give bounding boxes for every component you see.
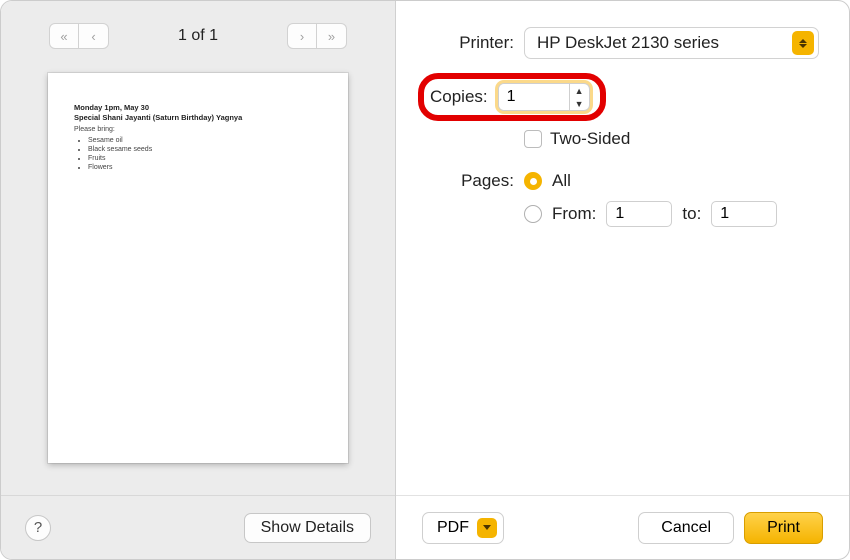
doc-list-item: Flowers	[88, 163, 322, 172]
stepper-arrows: ▲ ▼	[569, 84, 589, 110]
nav-last-button[interactable]: »	[317, 23, 347, 49]
options-pane: Printer: HP DeskJet 2130 series Copies: …	[396, 1, 849, 559]
left-footer: ? Show Details	[1, 495, 395, 559]
pages-to-input[interactable]	[711, 201, 777, 227]
chevron-double-right-icon: »	[328, 29, 335, 44]
printer-select[interactable]: HP DeskJet 2130 series	[524, 27, 819, 59]
chevron-right-icon: ›	[300, 29, 304, 44]
two-sided-checkbox[interactable]	[524, 130, 542, 148]
doc-heading-1: Monday 1pm, May 30	[74, 103, 322, 113]
doc-list-item: Sesame oil	[88, 136, 322, 145]
print-button[interactable]: Print	[744, 512, 823, 544]
nav-prev-group: « ‹	[49, 23, 109, 49]
cancel-button[interactable]: Cancel	[638, 512, 734, 544]
pages-range-radio[interactable]	[524, 205, 542, 223]
printer-row: Printer: HP DeskJet 2130 series	[426, 27, 819, 59]
pages-row-range: From: to:	[426, 201, 819, 227]
doc-list-item: Fruits	[88, 154, 322, 163]
right-footer: PDF Cancel Print	[396, 495, 849, 559]
copies-label: Copies:	[430, 87, 488, 107]
doc-list: Sesame oil Black sesame seeds Fruits Flo…	[88, 136, 322, 172]
two-sided-label: Two-Sided	[550, 129, 630, 149]
help-icon: ?	[34, 519, 42, 536]
preview-pane: « ‹ 1 of 1 › » Monday 1pm, May 30 Specia…	[1, 1, 396, 559]
print-form: Printer: HP DeskJet 2130 series Copies: …	[396, 1, 849, 495]
two-sided-row: Two-Sided	[426, 129, 819, 149]
pages-to-label: to:	[682, 204, 701, 224]
pages-range-group: From: to:	[552, 201, 777, 227]
pdf-menu-button[interactable]: PDF	[422, 512, 504, 544]
help-button[interactable]: ?	[25, 515, 51, 541]
pages-all-label: All	[552, 171, 571, 191]
pdf-label: PDF	[437, 519, 469, 537]
printer-value: HP DeskJet 2130 series	[537, 33, 719, 53]
pages-from-label: From:	[552, 204, 596, 224]
page-indicator: 1 of 1	[178, 27, 218, 45]
stepper-down-icon[interactable]: ▼	[570, 97, 589, 110]
preview-wrap: Monday 1pm, May 30 Special Shani Jayanti…	[1, 67, 395, 495]
copies-input[interactable]	[499, 84, 569, 110]
updown-icon	[792, 31, 814, 55]
copies-stepper[interactable]: ▲ ▼	[498, 83, 590, 111]
preview-nav: « ‹ 1 of 1 › »	[1, 1, 395, 67]
chevron-left-icon: ‹	[91, 29, 95, 44]
pages-label: Pages:	[426, 171, 514, 191]
copies-highlight: Copies: ▲ ▼	[418, 73, 606, 121]
nav-prev-button[interactable]: ‹	[79, 23, 109, 49]
chevron-double-left-icon: «	[60, 29, 67, 44]
stepper-up-icon[interactable]: ▲	[570, 84, 589, 97]
nav-next-button[interactable]: ›	[287, 23, 317, 49]
pages-row-all: Pages: All	[426, 171, 819, 191]
page-preview: Monday 1pm, May 30 Special Shani Jayanti…	[48, 73, 348, 463]
chevron-down-icon	[477, 518, 497, 538]
print-dialog: « ‹ 1 of 1 › » Monday 1pm, May 30 Specia…	[0, 0, 850, 560]
doc-subhead: Please bring:	[74, 125, 322, 134]
printer-label: Printer:	[426, 33, 514, 53]
pages-from-input[interactable]	[606, 201, 672, 227]
show-details-button[interactable]: Show Details	[244, 513, 371, 543]
nav-first-button[interactable]: «	[49, 23, 79, 49]
doc-heading-2: Special Shani Jayanti (Saturn Birthday) …	[74, 113, 322, 123]
copies-row: Copies: ▲ ▼	[426, 73, 819, 121]
pages-all-radio[interactable]	[524, 172, 542, 190]
nav-next-group: › »	[287, 23, 347, 49]
doc-list-item: Black sesame seeds	[88, 145, 322, 154]
